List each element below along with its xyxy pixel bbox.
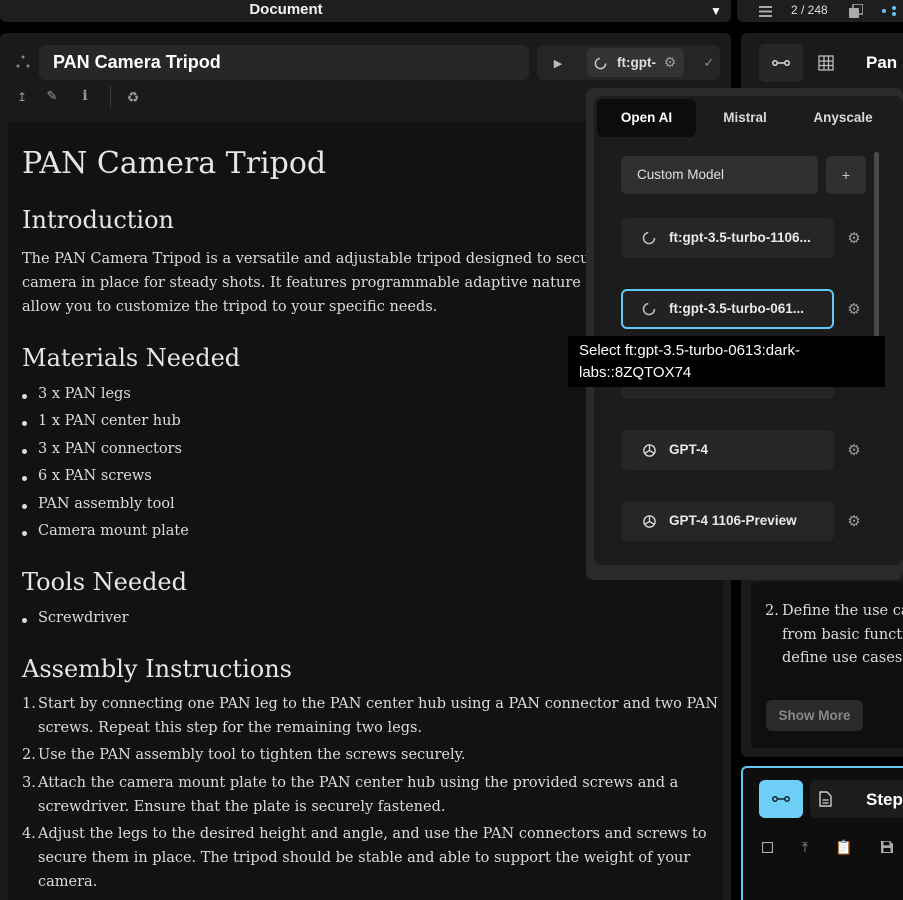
step-line: Adjust the legs to the desired height an…: [38, 826, 707, 842]
step-line: screws. Repeat this step for the remaini…: [38, 720, 423, 736]
play-icon[interactable]: ▶: [549, 54, 567, 72]
info-icon[interactable]: i: [77, 88, 93, 104]
intro-heading: Introduction: [22, 206, 174, 234]
copy-icon[interactable]: [847, 2, 865, 20]
toolbar-divider: [110, 86, 111, 108]
diagram-icon[interactable]: [880, 2, 900, 20]
check-icon[interactable]: ✓: [700, 54, 718, 72]
intro-line: allow you to customize the tripod to you…: [22, 299, 438, 315]
model-chip-label: ft:gpt-: [617, 55, 656, 70]
step-line: define use cases: [782, 650, 903, 666]
recycle-icon[interactable]: ♻: [124, 88, 142, 106]
link-icon: [771, 55, 791, 71]
show-more-button[interactable]: Show More: [766, 700, 863, 731]
tooltip-line: Select ft:gpt-3.5-turbo-0613:dark-: [579, 342, 800, 359]
pencil-icon[interactable]: ✎: [44, 88, 60, 104]
step-number: 2.: [765, 603, 779, 619]
settings-icon[interactable]: ⚙: [662, 54, 678, 70]
step-line: from basic functi: [782, 627, 903, 643]
bullet: [22, 504, 27, 509]
model-tooltip: Select ft:gpt-3.5-turbo-0613:dark- labs:…: [568, 336, 885, 387]
step-number: 1.: [22, 696, 36, 712]
intro-line: camera in place for steady shots. It fea…: [22, 275, 603, 291]
document-heading: PAN Camera Tripod: [22, 146, 327, 181]
step-number: 3.: [22, 775, 36, 791]
materials-item: PAN assembly tool: [38, 496, 175, 512]
clipboard-icon[interactable]: 📋: [835, 838, 852, 856]
checkbox-icon[interactable]: [759, 839, 775, 855]
loading-icon: [640, 300, 658, 318]
tab-anyscale[interactable]: Anyscale: [794, 99, 892, 137]
assembly-heading: Assembly Instructions: [22, 655, 292, 683]
spinner-icon: [14, 53, 32, 71]
step-line: Attach the camera mount plate to the PAN…: [38, 775, 679, 791]
step-line: Define the use ca: [782, 603, 903, 619]
step-card-title: Step: [866, 790, 903, 809]
bullet: [22, 421, 27, 426]
add-model-button[interactable]: +: [826, 156, 866, 194]
tab-openai[interactable]: Open AI: [597, 99, 696, 137]
step-line: screwdriver. Ensure that the plate is se…: [38, 799, 446, 815]
intro-line: The PAN Camera Tripod is a versatile and…: [22, 251, 605, 267]
step-line: camera.: [38, 874, 98, 890]
materials-item: Camera mount plate: [38, 523, 189, 539]
list-icon[interactable]: [757, 3, 773, 19]
document-title-input[interactable]: PAN Camera Tripod: [39, 45, 529, 80]
model-settings-icon[interactable]: ⚙: [845, 300, 863, 318]
step-line: Start by connecting one PAN leg to the P…: [38, 696, 719, 712]
page-counter: 2 / 248: [791, 3, 828, 17]
document-icon: [817, 790, 833, 808]
materials-item: 1 x PAN center hub: [38, 413, 181, 429]
step-line: secure them in place. The tripod should …: [38, 850, 691, 866]
link-icon: [771, 791, 791, 807]
model-settings-icon[interactable]: ⚙: [845, 441, 863, 459]
tooltip-line: labs::8ZQTOX74: [579, 364, 692, 381]
tools-item: Screwdriver: [38, 610, 129, 626]
openai-icon: [640, 512, 658, 530]
document-dropdown-label[interactable]: Document: [0, 1, 572, 18]
app-root: Document ▼ 2 / 248 PAN Camera Tripod ▶ f…: [0, 0, 903, 900]
upload-icon[interactable]: ↥: [14, 89, 30, 105]
materials-item: 6 x PAN screws: [38, 468, 152, 484]
chevron-down-icon[interactable]: ▼: [708, 3, 724, 19]
openai-icon: [640, 441, 658, 459]
model-settings-icon[interactable]: ⚙: [845, 512, 863, 530]
model-settings-icon[interactable]: ⚙: [845, 229, 863, 247]
move-top-icon[interactable]: ⤒: [797, 838, 813, 856]
save-icon[interactable]: [878, 838, 896, 856]
tools-heading: Tools Needed: [22, 568, 187, 596]
bullet: [22, 476, 27, 481]
custom-model-input[interactable]: Custom Model: [621, 156, 818, 194]
bullet: [22, 449, 27, 454]
step-number: 4.: [22, 826, 36, 842]
bullet: [22, 618, 27, 623]
bullet: [22, 394, 27, 399]
table-icon[interactable]: [816, 53, 836, 73]
materials-heading: Materials Needed: [22, 344, 241, 372]
step-number: 2.: [22, 747, 36, 763]
bullet: [22, 531, 27, 536]
materials-item: 3 x PAN legs: [38, 386, 131, 402]
scrollbar-thumb[interactable]: [874, 152, 879, 338]
tab-mistral[interactable]: Mistral: [696, 99, 794, 137]
loading-icon: [591, 54, 609, 72]
step-line: Use the PAN assembly tool to tighten the…: [38, 747, 466, 763]
materials-item: 3 x PAN connectors: [38, 441, 182, 457]
loading-icon: [640, 229, 658, 247]
right-panel-title: Pan I: [866, 53, 903, 72]
